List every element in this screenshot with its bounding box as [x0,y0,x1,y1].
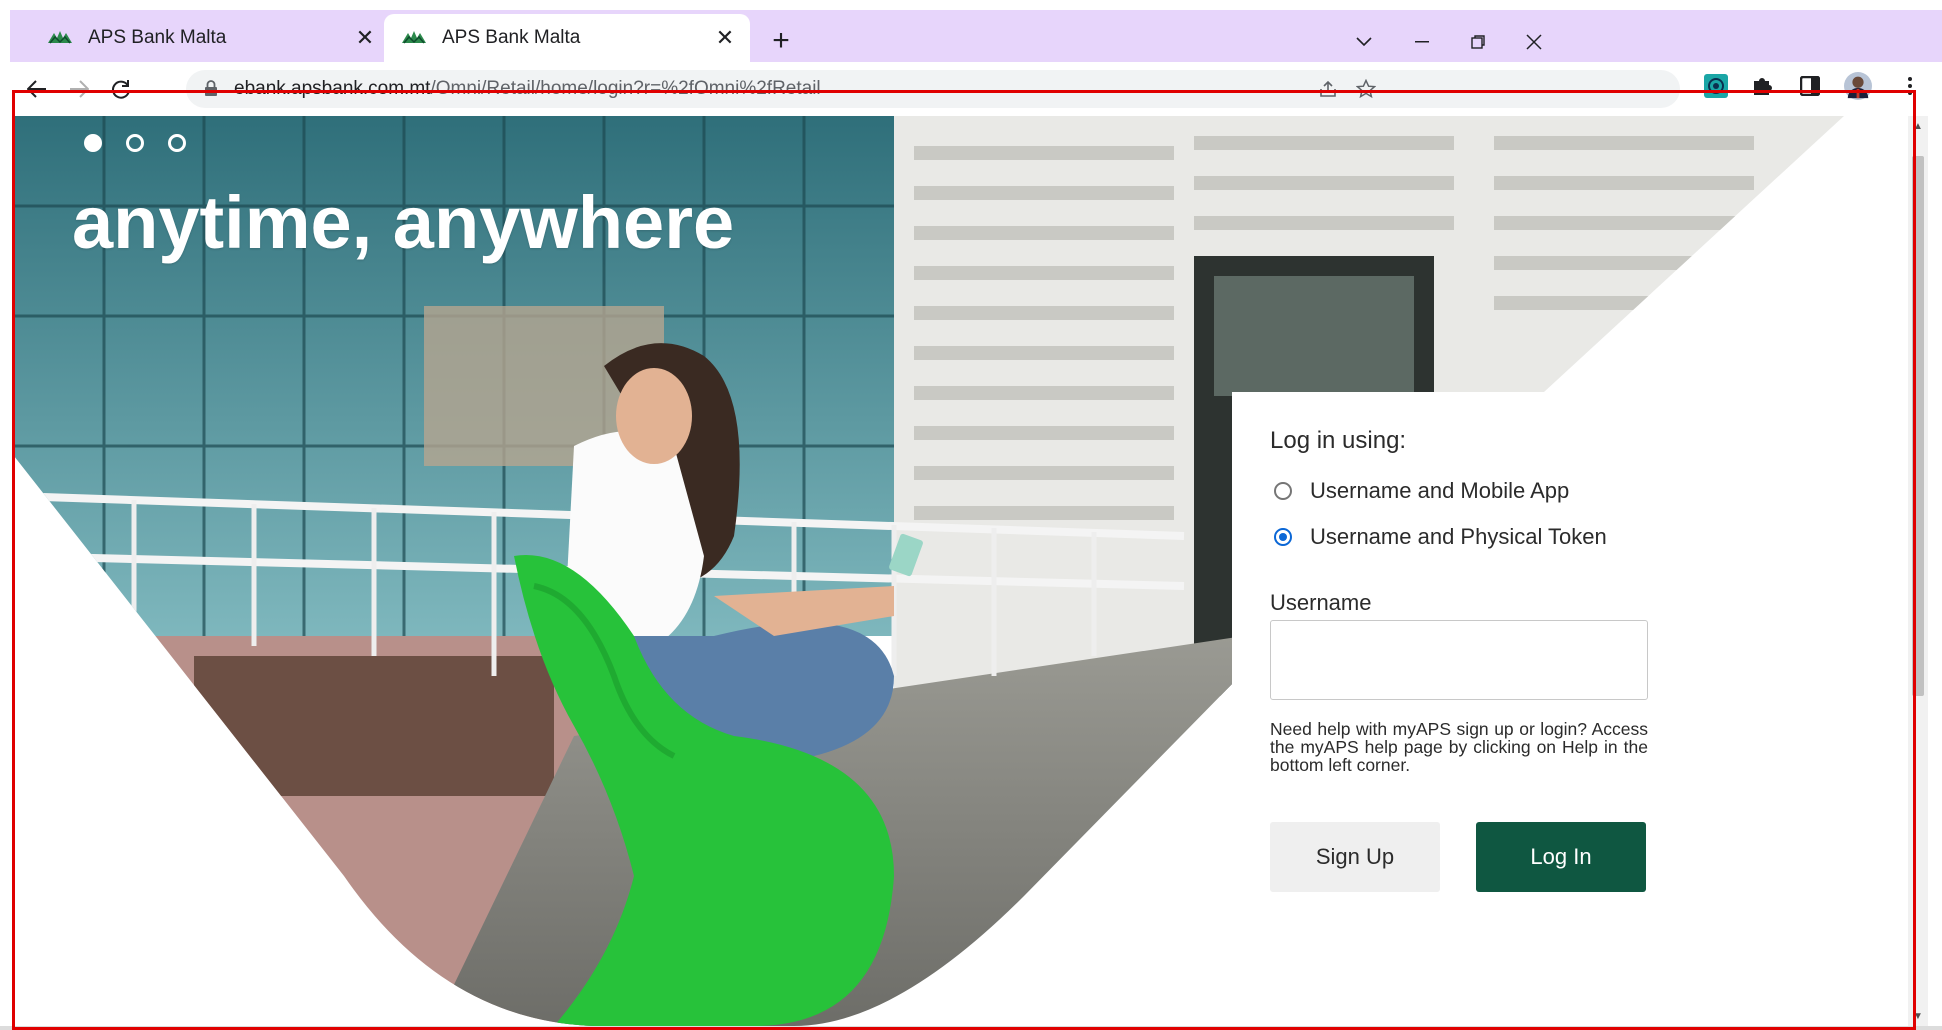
radio-mobile-app[interactable] [1274,482,1292,500]
avatar[interactable] [1844,72,1872,100]
tab-strip: APS Bank Malta ✕ APS Bank Malta ✕ + [10,10,1942,62]
sign-up-button[interactable]: Sign Up [1270,822,1440,892]
hero-title: anytime, anywhere [72,181,735,264]
tab-title: APS Bank Malta [442,27,581,48]
forward-arrow-icon[interactable] [62,72,96,106]
scroll-down-icon[interactable]: ▼ [1908,1006,1928,1026]
log-in-button[interactable]: Log In [1476,822,1646,892]
page-scrollbar[interactable]: ▲ ▼ [1908,116,1928,1026]
carousel-dot-3[interactable] [168,134,186,152]
option-mobile-app[interactable]: Username and Mobile App [1274,478,1569,504]
close-window-icon[interactable] [1518,28,1550,56]
scroll-up-icon[interactable]: ▲ [1908,116,1928,136]
option-physical-token[interactable]: Username and Physical Token [1274,524,1607,550]
puzzle-icon[interactable] [1748,72,1776,100]
username-input[interactable] [1270,620,1648,700]
carousel-dot-2[interactable] [126,134,144,152]
tab-title: APS Bank Malta [88,27,227,48]
browser-toolbar: ebank.apsbank.com.mt/Omni/Retail/home/lo… [10,62,1942,116]
minimize-icon[interactable] [1406,28,1438,56]
login-heading: Log in using: [1270,427,1407,454]
star-icon[interactable] [1354,77,1378,101]
horizontal-scrollbar [0,1026,1942,1030]
login-card: Log in using: Username and Mobile App Us… [1232,392,1672,952]
radio-physical-token[interactable] [1274,528,1292,546]
radio-label[interactable]: Username and Mobile App [1310,478,1569,504]
page-viewport: anytime, anywhere Log in using: Username… [14,116,1918,1026]
tab-aps-bank-2[interactable]: APS Bank Malta ✕ [384,14,750,62]
aps-favicon [402,31,426,44]
chevron-down-icon[interactable] [1348,28,1380,56]
url-host: ebank.apsbank.com.mt [234,78,431,99]
close-icon[interactable]: ✕ [354,25,376,50]
scrollbar-thumb[interactable] [1912,156,1924,696]
carousel-dots [84,134,186,152]
share-icon[interactable] [1316,77,1340,101]
sidebar-icon[interactable] [1796,72,1824,100]
username-label: Username [1270,590,1372,615]
aps-favicon [48,31,72,44]
address-bar[interactable]: ebank.apsbank.com.mt/Omni/Retail/home/lo… [186,70,1680,108]
close-icon[interactable]: ✕ [714,25,736,50]
kebab-menu-icon[interactable] [1896,72,1924,100]
radio-label[interactable]: Username and Physical Token [1310,524,1607,550]
tab-aps-bank-1[interactable]: APS Bank Malta ✕ [30,14,390,62]
url-path: /Omni/Retail/home/login?r=%2fOmni%2fReta… [430,78,821,99]
restore-icon[interactable] [1462,28,1494,56]
plus-icon[interactable]: + [764,24,798,58]
help-text: Need help with myAPS sign up or login? A… [1270,719,1648,775]
back-arrow-icon[interactable] [20,72,54,106]
url-text: ebank.apsbank.com.mt/Omni/Retail/home/lo… [234,78,821,100]
lock-icon[interactable] [204,80,218,96]
carousel-dot-1[interactable] [84,134,102,152]
extension-icon[interactable] [1702,72,1730,100]
reload-icon[interactable] [104,72,138,106]
